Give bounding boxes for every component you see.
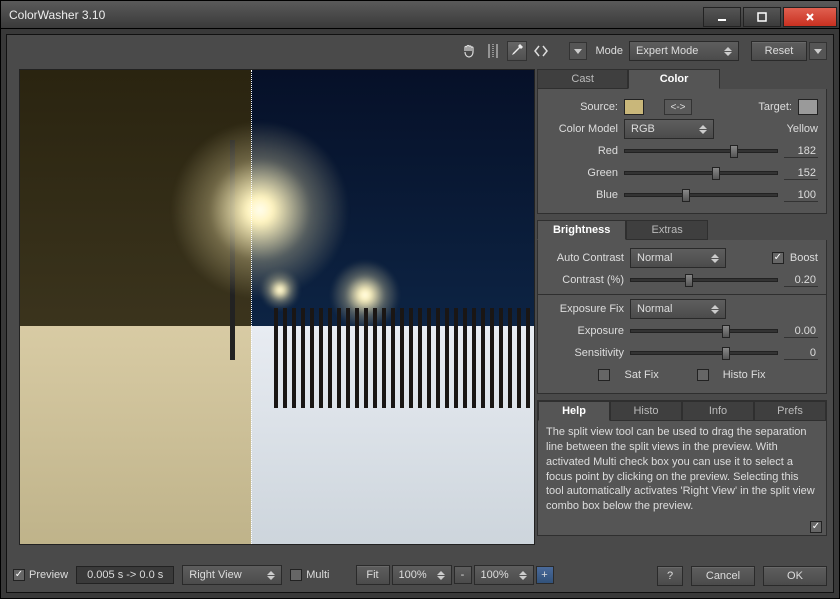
reset-button[interactable]: Reset bbox=[751, 41, 807, 61]
contrast-value[interactable]: 0.20 bbox=[784, 274, 818, 287]
preview-checkbox[interactable] bbox=[13, 569, 25, 581]
green-label: Green bbox=[546, 167, 618, 179]
sensitivity-label: Sensitivity bbox=[546, 347, 624, 359]
maximize-button[interactable] bbox=[743, 7, 781, 27]
boost-checkbox[interactable] bbox=[772, 252, 784, 264]
window-buttons bbox=[703, 3, 839, 27]
green-slider[interactable] bbox=[624, 171, 778, 175]
help-pin-checkbox[interactable] bbox=[810, 521, 822, 533]
render-time: 0.005 s -> 0.0 s bbox=[76, 566, 174, 584]
contrast-label: Contrast (%) bbox=[546, 274, 624, 286]
green-value[interactable]: 152 bbox=[784, 167, 818, 180]
auto-contrast-label: Auto Contrast bbox=[546, 252, 624, 264]
title-bar: ColorWasher 3.10 bbox=[0, 0, 840, 28]
compare-tool-icon[interactable] bbox=[531, 41, 551, 61]
tab-color[interactable]: Color bbox=[628, 69, 719, 89]
boost-label: Boost bbox=[790, 252, 818, 264]
preset-dropdown-icon[interactable] bbox=[569, 42, 587, 60]
info-panel: Help Histo Info Prefs The split view too… bbox=[537, 400, 827, 536]
tab-brightness[interactable]: Brightness bbox=[537, 220, 626, 240]
zoom1-value: 100% bbox=[399, 569, 431, 581]
top-toolbar: Mode Expert Mode Reset bbox=[13, 40, 827, 62]
auto-contrast-value: Normal bbox=[637, 252, 705, 264]
auto-contrast-select[interactable]: Normal bbox=[630, 248, 726, 268]
side-panel: Cast Color Source: <-> Target: Color Mod… bbox=[537, 69, 827, 556]
color-model-select[interactable]: RGB bbox=[624, 119, 714, 139]
split-tool-icon[interactable] bbox=[483, 41, 503, 61]
blue-slider[interactable] bbox=[624, 193, 778, 197]
ok-button[interactable]: OK bbox=[763, 566, 827, 586]
exposure-fix-select[interactable]: Normal bbox=[630, 299, 726, 319]
split-divider[interactable] bbox=[251, 70, 252, 544]
help-button[interactable]: ? bbox=[657, 566, 683, 586]
blue-label: Blue bbox=[546, 189, 618, 201]
cancel-button[interactable]: Cancel bbox=[691, 566, 755, 586]
histofix-label: Histo Fix bbox=[723, 369, 766, 381]
exposure-fix-value: Normal bbox=[637, 303, 705, 315]
satfix-checkbox[interactable] bbox=[598, 369, 610, 381]
zoom-minus-button[interactable]: - bbox=[454, 566, 472, 584]
mode-value: Expert Mode bbox=[636, 45, 718, 57]
exposure-slider[interactable] bbox=[630, 329, 778, 333]
fit-button[interactable]: Fit bbox=[356, 565, 390, 585]
close-button[interactable] bbox=[783, 7, 837, 27]
help-text: The split view tool can be used to drag … bbox=[538, 421, 826, 519]
red-slider[interactable] bbox=[624, 149, 778, 153]
zoom-plus-button[interactable]: + bbox=[536, 566, 554, 584]
color-model-label: Color Model bbox=[546, 123, 618, 135]
brightness-panel: Auto Contrast Normal Boost Contrast (%) … bbox=[537, 240, 827, 394]
exposure-label: Exposure bbox=[546, 325, 624, 337]
red-label: Red bbox=[546, 145, 618, 157]
satfix-label: Sat Fix bbox=[624, 369, 658, 381]
view-select[interactable]: Right View bbox=[182, 565, 282, 585]
view-value: Right View bbox=[189, 569, 261, 581]
swap-button[interactable]: <-> bbox=[664, 99, 692, 115]
blue-value[interactable]: 100 bbox=[784, 189, 818, 202]
zoom2-value: 100% bbox=[481, 569, 513, 581]
multi-checkbox[interactable] bbox=[290, 569, 302, 581]
mode-select[interactable]: Expert Mode bbox=[629, 41, 739, 61]
main-panel: Mode Expert Mode Reset Cast bbox=[6, 34, 834, 593]
exposure-value[interactable]: 0.00 bbox=[784, 325, 818, 338]
multi-label: Multi bbox=[306, 569, 329, 581]
color-readout: Yellow bbox=[787, 123, 818, 135]
tab-prefs[interactable]: Prefs bbox=[754, 401, 826, 421]
tab-help[interactable]: Help bbox=[538, 401, 610, 421]
tab-cast[interactable]: Cast bbox=[537, 69, 628, 89]
zoom1-select[interactable]: 100% bbox=[392, 565, 452, 585]
histofix-checkbox[interactable] bbox=[697, 369, 709, 381]
tab-histo[interactable]: Histo bbox=[610, 401, 682, 421]
streetlight-glow bbox=[170, 120, 350, 300]
minimize-button[interactable] bbox=[703, 7, 741, 27]
sensitivity-slider[interactable] bbox=[630, 351, 778, 355]
target-label: Target: bbox=[758, 101, 792, 113]
sensitivity-value[interactable]: 0 bbox=[784, 347, 818, 360]
source-label: Source: bbox=[546, 101, 618, 113]
tab-extras[interactable]: Extras bbox=[626, 220, 707, 240]
color-panel: Source: <-> Target: Color Model RGB Yell bbox=[537, 89, 827, 214]
target-swatch[interactable] bbox=[798, 99, 818, 115]
exposure-fix-label: Exposure Fix bbox=[546, 303, 624, 315]
red-value[interactable]: 182 bbox=[784, 145, 818, 158]
zoom2-select[interactable]: 100% bbox=[474, 565, 534, 585]
tab-info[interactable]: Info bbox=[682, 401, 754, 421]
app-title: ColorWasher 3.10 bbox=[9, 8, 105, 22]
reset-dropdown-icon[interactable] bbox=[809, 42, 827, 60]
preview-label: Preview bbox=[29, 569, 68, 581]
color-model-value: RGB bbox=[631, 123, 693, 135]
source-swatch[interactable] bbox=[624, 99, 644, 115]
eyedropper-tool-icon[interactable] bbox=[507, 41, 527, 61]
mode-label: Mode bbox=[595, 45, 623, 57]
hand-tool-icon[interactable] bbox=[459, 41, 479, 61]
image-preview[interactable] bbox=[19, 69, 535, 545]
contrast-slider[interactable] bbox=[630, 278, 778, 282]
